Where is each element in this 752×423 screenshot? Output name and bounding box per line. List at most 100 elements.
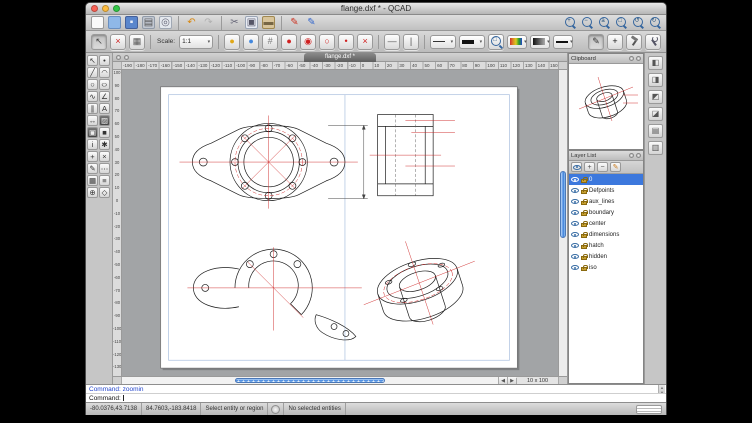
minimize-button[interactable] <box>102 5 109 12</box>
horizontal-scrollbar[interactable] <box>122 377 498 384</box>
tab-next-button[interactable] <box>124 55 129 60</box>
restrict-horizontal-button[interactable]: — <box>384 34 400 50</box>
horizontal-scrollbar-thumb[interactable] <box>235 378 385 383</box>
dimension-tool-button[interactable]: ↔ <box>87 115 98 126</box>
select-button[interactable]: ↖ <box>91 34 107 50</box>
lineweight-combo[interactable]: ▾ <box>459 35 485 49</box>
projection-tool-button[interactable]: ◇ <box>99 187 110 198</box>
snap-on-entity-button[interactable]: ◉ <box>300 34 316 50</box>
new-file-icon[interactable] <box>91 16 104 29</box>
restrict-vertical-button[interactable]: | <box>403 34 419 50</box>
layer-visibility-icon[interactable] <box>571 177 579 182</box>
tab-prev-button[interactable] <box>116 55 121 60</box>
layer-visibility-icon[interactable] <box>571 232 579 237</box>
draw-pen-icon[interactable]: ✎ <box>288 16 301 29</box>
info-tool-button[interactable]: i <box>87 139 98 150</box>
select-all-button[interactable]: ▦ <box>129 34 145 50</box>
print-preview-icon[interactable]: ◎ <box>159 16 172 29</box>
redo-icon[interactable]: ↷ <box>202 16 215 29</box>
close-button[interactable] <box>91 5 98 12</box>
snap-middle-button[interactable]: • <box>338 34 354 50</box>
block-list-toggle-button[interactable]: ◩ <box>648 90 663 104</box>
status-menu-button[interactable] <box>271 405 280 414</box>
deselect-button[interactable]: × <box>110 34 126 50</box>
layer-lock-icon[interactable] <box>581 267 587 271</box>
modify-tool-button[interactable]: ✱ <box>99 139 110 150</box>
snap-intersection-button[interactable]: × <box>357 34 373 50</box>
library-browser-toggle-button[interactable]: ◨ <box>648 73 663 87</box>
layer-row[interactable]: aux_lines <box>569 196 643 207</box>
width-combo[interactable]: ▾ <box>530 35 550 49</box>
layer-visibility-icon[interactable] <box>571 210 579 215</box>
layer-row[interactable]: hatch <box>569 240 643 251</box>
snap-menu-tool-button[interactable]: ⊕ <box>87 187 98 198</box>
spline-tool-button[interactable]: ∿ <box>87 91 98 102</box>
zoom-out-icon[interactable]: − <box>580 16 593 29</box>
layer-visibility-icon[interactable] <box>571 254 579 259</box>
line-tool-button[interactable]: ╱ <box>87 67 98 78</box>
layer-row[interactable]: center <box>569 218 643 229</box>
snap-endpoint-button[interactable]: ● <box>281 34 297 50</box>
clipboard-toggle-button[interactable]: ▥ <box>648 141 663 155</box>
layer-visibility-icon[interactable] <box>571 265 579 270</box>
scale-combo[interactable]: 1:1▾ <box>179 35 213 49</box>
misc-tool-button[interactable]: ⋯ <box>99 163 110 174</box>
document-tab[interactable]: flange.dxf * <box>304 53 376 62</box>
undo-icon[interactable]: ↶ <box>185 16 198 29</box>
library-tool-button[interactable]: ▦ <box>87 175 98 186</box>
layer-visibility-icon[interactable] <box>571 188 579 193</box>
arc-tool-button[interactable]: ◠ <box>99 67 110 78</box>
edit-pen-icon[interactable]: ✎ <box>305 16 318 29</box>
zoom-window-icon[interactable]: □ <box>614 16 627 29</box>
vertical-scrollbar[interactable] <box>558 70 567 376</box>
property-editor-toggle-button[interactable]: ◧ <box>648 56 663 70</box>
edit-tool-button[interactable]: ✎ <box>87 163 98 174</box>
layer-lock-icon[interactable] <box>581 179 587 183</box>
paste-icon[interactable]: ▬ <box>262 16 275 29</box>
title-bar[interactable]: flange.dxf * - QCAD <box>86 3 666 15</box>
add-layer-button[interactable]: + <box>584 162 595 172</box>
layer-row[interactable]: iso <box>569 262 643 273</box>
layer-row[interactable]: dimensions <box>569 229 643 240</box>
snap-auto-button[interactable]: ● <box>224 34 240 50</box>
polyline-tool-button[interactable]: ∠ <box>99 91 110 102</box>
layer-lock-icon[interactable] <box>581 245 587 249</box>
auto-zoom-icon[interactable]: a <box>597 16 610 29</box>
layer-lock-icon[interactable] <box>581 201 587 205</box>
layer-lock-icon[interactable] <box>581 256 587 260</box>
color-combo[interactable]: ▾ <box>507 35 527 49</box>
snap-grid-button[interactable]: # <box>262 34 278 50</box>
image-tool-button[interactable]: ▣ <box>87 127 98 138</box>
layer-visibility-icon[interactable] <box>571 221 579 226</box>
layer-detach-button[interactable] <box>629 153 634 158</box>
edit-properties-button[interactable]: ✎ <box>588 34 604 50</box>
layer-lock-icon[interactable] <box>581 212 587 216</box>
command-scrollbar[interactable]: ▲▼ <box>658 385 665 393</box>
delete-tool-button[interactable]: × <box>99 151 110 162</box>
snap-center-button[interactable]: ○ <box>319 34 335 50</box>
clipboard-detach-button[interactable] <box>629 56 634 61</box>
copy-icon[interactable]: ▣ <box>245 16 258 29</box>
vertical-scrollbar-thumb[interactable] <box>560 171 566 238</box>
layer-lock-icon[interactable] <box>581 234 587 238</box>
hammer-tool-button[interactable] <box>626 34 642 50</box>
zoom-button[interactable] <box>113 5 120 12</box>
print-icon[interactable]: ▤ <box>142 16 155 29</box>
cut-icon[interactable]: ✂ <box>228 16 241 29</box>
circle-tool-button[interactable]: ○ <box>87 79 98 90</box>
toggle-visibility-button[interactable] <box>571 162 582 172</box>
set-relative-zero-button[interactable]: + <box>607 34 623 50</box>
layer-row[interactable]: 0 <box>569 174 643 185</box>
block-tool-button[interactable]: ■ <box>99 127 110 138</box>
ellipse-tool-button[interactable]: ○ <box>99 79 110 90</box>
redraw-icon[interactable]: ↻ <box>648 16 661 29</box>
linetype-combo[interactable]: ▾ <box>430 35 456 49</box>
layer-row[interactable]: boundary <box>569 207 643 218</box>
offset-tool-button[interactable]: ∥ <box>87 103 98 114</box>
construction-tool-button[interactable]: + <box>87 151 98 162</box>
layer-visibility-icon[interactable] <box>571 243 579 248</box>
command-line-toggle-button[interactable]: ▤ <box>648 124 663 138</box>
order-tool-button[interactable]: ≡ <box>99 175 110 186</box>
edit-layer-button[interactable]: ✎ <box>610 162 621 172</box>
save-icon[interactable]: ▪ <box>125 16 138 29</box>
